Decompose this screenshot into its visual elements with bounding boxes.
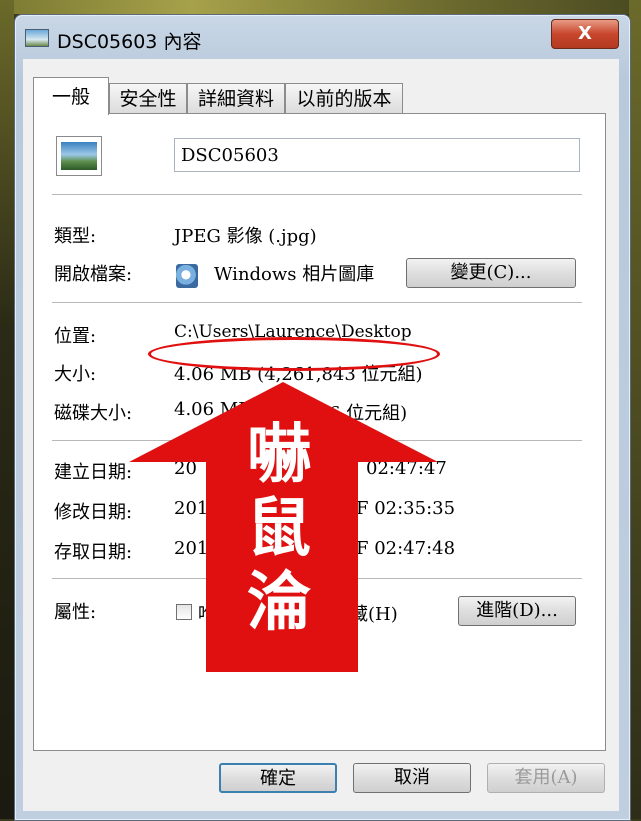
created-value-start: 20 (174, 458, 197, 479)
divider (52, 302, 582, 303)
highlight-oval (148, 337, 440, 371)
accessed-value-end: F 02:47:48 (356, 538, 456, 559)
properties-window: DSC05603 內容 X 一般 安全性 詳細資料 以前的版本 類型: JPEG… (14, 14, 631, 821)
divider (52, 578, 582, 579)
location-label: 位置: (54, 326, 97, 347)
modified-value-start: 201 (174, 498, 209, 519)
size-label: 大小: (54, 364, 97, 385)
created-value-end: 02:47:47 (366, 458, 447, 479)
divider (52, 194, 582, 195)
type-label: 類型: (54, 226, 97, 247)
title-bar[interactable]: DSC05603 內容 X (15, 15, 630, 59)
tab-security[interactable]: 安全性 (109, 83, 187, 113)
divider (52, 440, 582, 441)
accessed-value-start: 201 (174, 538, 209, 559)
background-photo-left (0, 0, 14, 819)
overlay-char-3: 淪 (247, 565, 311, 640)
cancel-button[interactable]: 取消 (353, 763, 471, 793)
size-on-disk-label: 磁碟大小: (54, 403, 133, 424)
close-button[interactable]: X (551, 19, 619, 49)
accessed-label: 存取日期: (54, 542, 133, 563)
overlay-char-1: 嚇 (247, 417, 311, 492)
dialog-body: 一般 安全性 詳細資料 以前的版本 類型: JPEG 影像 (.jpg) 開啟檔… (23, 59, 619, 811)
hidden-label-partial: 藏(H) (350, 604, 398, 625)
advanced-button[interactable]: 進階(D)... (458, 596, 576, 626)
type-value: JPEG 影像 (.jpg) (174, 226, 317, 247)
opens-with-value: Windows 相片圖庫 (214, 264, 375, 285)
window-title: DSC05603 內容 (57, 31, 202, 53)
attributes-label: 屬性: (54, 602, 97, 623)
image-file-icon (25, 29, 49, 47)
background-photo-top (0, 0, 641, 14)
tab-general[interactable]: 一般 (33, 77, 109, 115)
change-button[interactable]: 變更(C)... (406, 258, 576, 288)
overlay-caption: 嚇 鼠 淪 (244, 418, 314, 640)
modified-value-end: F 02:35:35 (356, 498, 456, 519)
tab-details[interactable]: 詳細資料 (187, 83, 285, 113)
photo-gallery-icon (176, 264, 198, 288)
file-name-input[interactable] (174, 138, 580, 172)
general-panel: 類型: JPEG 影像 (.jpg) 開啟檔案: Windows 相片圖庫 變更… (33, 113, 606, 751)
image-thumbnail-icon (56, 136, 102, 176)
opens-with-label: 開啟檔案: (54, 264, 133, 285)
readonly-checkbox[interactable] (176, 604, 192, 620)
apply-button[interactable]: 套用(A) (487, 763, 605, 793)
tab-previous-versions[interactable]: 以前的版本 (285, 83, 403, 113)
modified-label: 修改日期: (54, 502, 133, 523)
readonly-label-partial: 唯 (198, 604, 216, 625)
overlay-char-2: 鼠 (247, 491, 311, 566)
ok-button[interactable]: 確定 (219, 763, 337, 793)
created-label: 建立日期: (54, 462, 133, 483)
